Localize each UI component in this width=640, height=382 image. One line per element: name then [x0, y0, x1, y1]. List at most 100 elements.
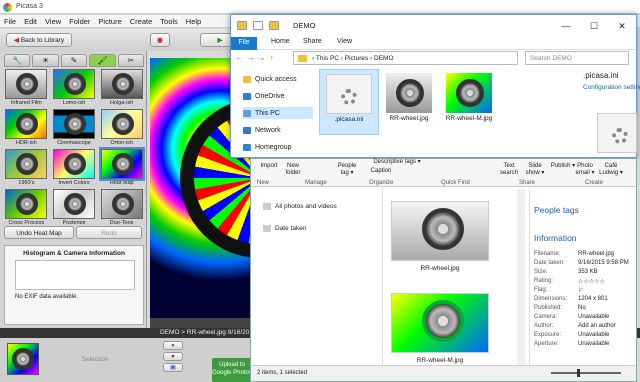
ribbon-button-8[interactable]: Photo email ▾: [571, 163, 599, 177]
people-tags-heading[interactable]: People tags: [534, 205, 579, 215]
back-to-library-button[interactable]: ◀ Back to Library: [6, 33, 72, 47]
nav-item-homegroup[interactable]: Homegroup: [243, 141, 313, 153]
info-value: Unavailable: [578, 314, 610, 320]
tool-tab-2[interactable]: ✎: [60, 54, 88, 67]
gallery-scrollbar[interactable]: [517, 189, 525, 365]
wheel-icon: [422, 300, 464, 342]
remove-icon[interactable]: ●: [163, 352, 183, 361]
info-key: Filename:: [534, 251, 561, 257]
tool-tab-3[interactable]: 🖌: [89, 54, 116, 67]
image-thumb-rr-wheel[interactable]: [391, 201, 489, 261]
tab-home[interactable]: Home: [271, 38, 290, 45]
effect-cross[interactable]: Cross Process: [4, 189, 49, 226]
menu-view[interactable]: View: [41, 15, 65, 28]
image-file-icon: [386, 73, 432, 113]
effect-sixties[interactable]: 1960's: [4, 149, 49, 186]
address-bar[interactable]: › This PC › Pictures › DEMO: [293, 51, 518, 65]
menu-create[interactable]: Create: [126, 15, 157, 28]
pin-icon[interactable]: ●: [163, 341, 183, 350]
tray-thumbnail[interactable]: [7, 343, 39, 375]
info-key: Camera:: [534, 314, 558, 320]
info-row: Rating: ☆☆☆☆☆: [534, 278, 634, 285]
ribbon-group: New: [257, 180, 270, 186]
wheel-icon: [456, 79, 484, 107]
settings-file-icon: [326, 74, 372, 114]
undo-button[interactable]: Undo Heat Map: [4, 226, 74, 239]
effect-thumb: [52, 149, 95, 179]
histogram-panel: Histogram & Camera Information No EXIF d…: [4, 245, 144, 325]
upload-button[interactable]: Upload to Google Photos: [212, 358, 252, 382]
effect-heat[interactable]: Heat Map: [98, 147, 145, 186]
zoom-thumb[interactable]: [577, 369, 580, 377]
info-value: RR-wheel.jpg: [578, 251, 615, 257]
wheel-thumb-icon: [16, 113, 39, 135]
maximize-button[interactable]: ☐: [580, 15, 608, 37]
wheel-thumb-icon: [111, 193, 134, 215]
ribbon-button-2[interactable]: People tag ▾: [333, 163, 361, 177]
zoom-slider[interactable]: [551, 369, 621, 377]
menu-tools[interactable]: Tools: [156, 15, 182, 28]
info-row: Size: 353 KB: [534, 269, 634, 275]
menu-file[interactable]: File: [0, 15, 20, 28]
info-pane: People tags Information Filename: RR-whee…: [529, 189, 636, 365]
image-thumb-rr-wheel-m[interactable]: [391, 293, 489, 353]
info-value[interactable]: ☆☆☆☆☆: [578, 278, 605, 285]
effect-holga[interactable]: Holga-ish: [99, 69, 144, 106]
nav-item-onedrive[interactable]: OneDrive: [243, 90, 313, 102]
preview-filename: .picasa.ini: [583, 71, 619, 80]
tool-tab-0[interactable]: 🔧: [4, 54, 31, 67]
gallery-nav-item[interactable]: Date taken: [263, 225, 306, 232]
new-folder-icon[interactable]: [269, 21, 279, 30]
explorer-window: DEMO — ☐ ✕ File Home Share View ←→⌄↑ › T…: [230, 14, 640, 159]
search-input[interactable]: Search DEMO: [525, 51, 629, 65]
effect-invert[interactable]: Invert Colors: [52, 149, 97, 186]
file-item[interactable]: RR-wheel-M.jpg: [439, 69, 499, 135]
menu-help[interactable]: Help: [182, 15, 205, 28]
info-row: Dimensions: 1204 x 801: [534, 296, 634, 302]
tool-tab-1[interactable]: ☀: [32, 54, 59, 67]
file-list: .picasa.ini Configuration settings .pica…: [317, 69, 640, 159]
effect-infrared[interactable]: Infrared Film: [4, 69, 49, 106]
nav-arrows-icon[interactable]: ←→⌄↑: [235, 53, 278, 62]
properties-icon[interactable]: [253, 21, 263, 30]
effects-grid: Infrared Film Lomo-ish Holga-ish HDR-ish Cin…: [4, 69, 145, 226]
red-eye-button[interactable]: ◉: [150, 33, 170, 47]
nav-item-this-pc[interactable]: This PC: [243, 107, 313, 119]
ribbon-button-4[interactable]: Caption: [367, 168, 395, 175]
nav-icon: [243, 75, 251, 83]
ribbon-button-1[interactable]: New folder: [279, 163, 307, 177]
nav-icon: [243, 143, 251, 151]
menu-edit[interactable]: Edit: [20, 15, 41, 28]
file-item[interactable]: .picasa.ini: [319, 69, 379, 135]
ribbon-button-6[interactable]: Slide show ▾: [521, 163, 549, 177]
minimize-button[interactable]: —: [552, 15, 580, 37]
effect-orton[interactable]: Orton-ish: [99, 109, 144, 146]
info-value[interactable]: Add an author: [578, 323, 616, 329]
nav-item-quick-access[interactable]: Quick access: [243, 73, 313, 85]
file-item[interactable]: RR-wheel.jpg: [379, 69, 439, 135]
menu-folder[interactable]: Folder: [65, 15, 94, 28]
wheel-thumb-icon: [63, 113, 86, 135]
effect-cinema[interactable]: Cinemascope: [52, 109, 97, 146]
ribbon-button-5[interactable]: Text search: [495, 163, 523, 177]
file-name: .picasa.ini: [334, 116, 364, 123]
tool-tab-4[interactable]: ✂: [117, 54, 145, 67]
file-tab[interactable]: File: [231, 37, 257, 50]
tab-view[interactable]: View: [337, 38, 352, 45]
ribbon-group: Organize: [369, 180, 394, 186]
effect-duo[interactable]: Duo-Tone: [99, 189, 144, 226]
effect-poster[interactable]: Posterize: [52, 189, 97, 226]
effect-lomo[interactable]: Lomo-ish: [52, 69, 97, 106]
gallery-nav-item[interactable]: All photos and videos: [263, 203, 337, 210]
close-button[interactable]: ✕: [608, 15, 636, 37]
menu-picture[interactable]: Picture: [94, 15, 125, 28]
histogram-title: Histogram & Camera Information: [23, 250, 125, 257]
effect-hdr[interactable]: HDR-ish: [4, 109, 49, 146]
ribbon-button-3[interactable]: Descriptive tags ▾: [367, 159, 427, 166]
share-icon[interactable]: ▣: [163, 363, 183, 372]
redo-button[interactable]: Redo: [76, 226, 142, 239]
ribbon-button-9[interactable]: Café Ludwig ▾: [597, 163, 625, 177]
nav-item-network[interactable]: Network: [243, 124, 313, 136]
tab-share[interactable]: Share: [303, 38, 322, 45]
wheel-thumb-icon: [12, 348, 34, 370]
